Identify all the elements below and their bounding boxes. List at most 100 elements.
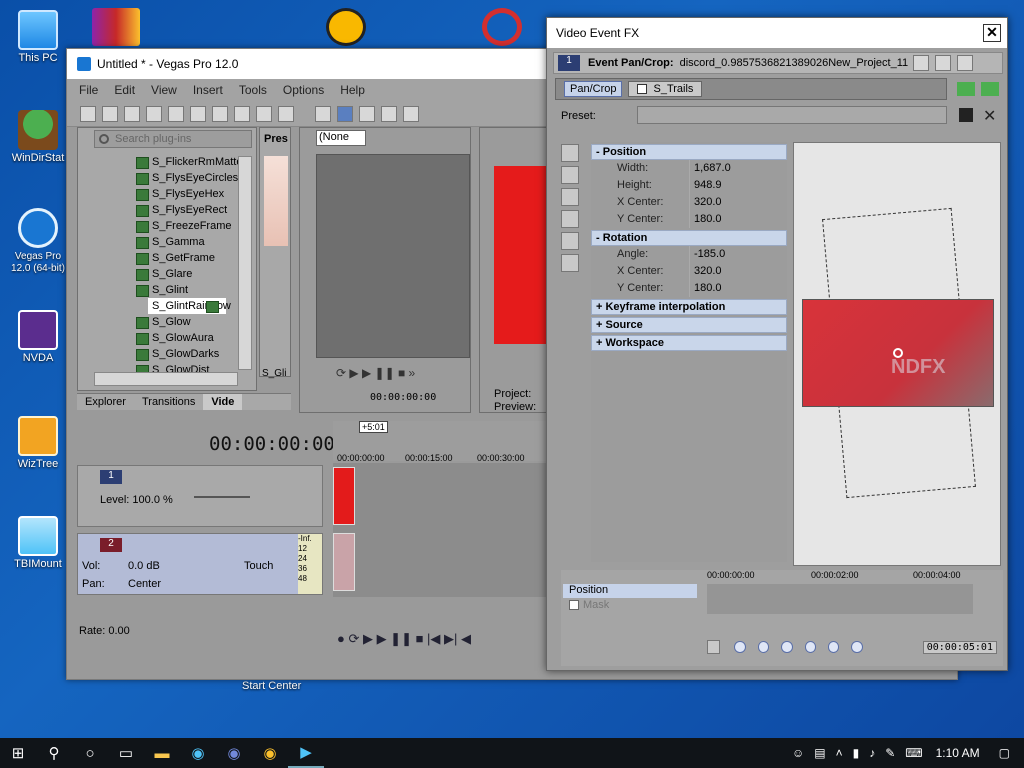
- desktop-icon-nvda[interactable]: NVDA: [8, 310, 68, 364]
- section-keyframe-interpolation[interactable]: + Keyframe interpolation: [591, 299, 787, 315]
- pointer-icon[interactable]: [561, 166, 579, 184]
- section-workspace[interactable]: + Workspace: [591, 335, 787, 351]
- list-item[interactable]: S_Glare: [78, 266, 240, 282]
- cut-icon[interactable]: [190, 105, 206, 122]
- touch-keyboard-icon[interactable]: ⌨: [905, 746, 922, 760]
- plugin-chain-icon[interactable]: [957, 82, 975, 96]
- tab-explorer[interactable]: Explorer: [77, 394, 134, 410]
- property-value[interactable]: 948.9: [689, 177, 787, 194]
- kf-ruler[interactable]: 00:00:00:00 00:00:02:00 00:00:04:00: [707, 570, 973, 584]
- list-item[interactable]: S_GlowAura: [78, 330, 240, 346]
- desktop-icon-this-pc[interactable]: This PC: [8, 10, 68, 64]
- show-hidden-icons-icon[interactable]: ˄: [836, 746, 843, 760]
- property-row[interactable]: Y Center: 180.0: [591, 280, 787, 297]
- next-keyframe-icon[interactable]: [781, 641, 793, 653]
- video-track-header[interactable]: 1 Level: 100.0 %: [77, 465, 323, 527]
- property-row[interactable]: Height: 948.9: [591, 177, 787, 194]
- menu-file[interactable]: File: [79, 83, 98, 97]
- delete-keyframe-icon[interactable]: [851, 641, 863, 653]
- search-icon[interactable]: ⚲: [36, 738, 72, 768]
- list-item[interactable]: S_GetFrame: [78, 250, 240, 266]
- vegas-taskbar-icon[interactable]: ▶: [288, 738, 324, 768]
- save-icon[interactable]: [124, 105, 140, 122]
- people-icon[interactable]: ☺: [792, 746, 804, 760]
- transport-controls[interactable]: ● ⟳ ▶ ▶ ❚❚ ■ |◀ ▶| ◀: [337, 631, 471, 647]
- selection-tool-icon[interactable]: [359, 105, 375, 122]
- start-center-label[interactable]: Start Center: [242, 680, 301, 692]
- mask-checkbox[interactable]: [569, 600, 579, 610]
- notifications-icon[interactable]: ▢: [999, 746, 1010, 760]
- last-keyframe-icon[interactable]: [804, 641, 816, 653]
- properties-icon[interactable]: [168, 105, 184, 122]
- windows-start-icon[interactable]: ⊞: [0, 738, 36, 768]
- center-handle-icon[interactable]: [893, 348, 903, 358]
- timeline-tracks-area[interactable]: [333, 463, 547, 597]
- property-row[interactable]: X Center: 320.0: [591, 263, 787, 280]
- timeline-ruler[interactable]: +5:01 00:00:00:00 00:00:15:00 00:00:30:0…: [333, 421, 547, 463]
- search-input[interactable]: Search plug-ins: [115, 133, 191, 145]
- pen-icon[interactable]: ✎: [885, 746, 895, 760]
- sync-cursor-icon[interactable]: [707, 640, 721, 654]
- kf-timeline-area[interactable]: [707, 584, 973, 614]
- chain-grid-icon[interactable]: [934, 55, 951, 71]
- plugin-list-scrollbar[interactable]: [238, 156, 252, 370]
- list-item[interactable]: S_Glint: [78, 282, 240, 298]
- network-icon[interactable]: ▮: [853, 746, 860, 760]
- list-item[interactable]: S_FlysEyeCircles: [78, 170, 240, 186]
- property-value[interactable]: 180.0: [689, 211, 787, 228]
- desktop-icon-windirstat[interactable]: WinDirStat: [8, 110, 68, 164]
- prev-keyframe-icon[interactable]: [757, 641, 770, 653]
- menu-options[interactable]: Options: [283, 83, 324, 97]
- plugin-list-hscrollbar[interactable]: [94, 372, 238, 386]
- property-value[interactable]: 180.0: [689, 280, 787, 297]
- kf-track-mask[interactable]: Mask: [563, 598, 697, 612]
- tab-s-trails[interactable]: S_Trails: [628, 81, 703, 97]
- list-item[interactable]: S_FlysEyeRect: [78, 202, 240, 218]
- tab-video-fx[interactable]: Vide: [203, 394, 243, 410]
- list-item[interactable]: S_FlysEyeHex: [78, 186, 240, 202]
- property-value[interactable]: -185.0: [689, 246, 787, 263]
- property-value[interactable]: 320.0: [689, 194, 787, 211]
- desktop-icon-vegas[interactable]: Vegas Pro 12.0 (64-bit): [8, 208, 68, 274]
- list-item[interactable]: S_Gamma: [78, 234, 240, 250]
- section-source[interactable]: + Source: [591, 317, 787, 333]
- level-slider[interactable]: [194, 496, 250, 498]
- clock[interactable]: 1:10 AM: [936, 746, 980, 760]
- paste-icon[interactable]: [234, 105, 250, 122]
- render-icon[interactable]: [146, 105, 162, 122]
- property-row[interactable]: Angle: -185.0: [591, 246, 787, 263]
- chain-grid2-icon[interactable]: [956, 55, 973, 71]
- menu-help[interactable]: Help: [340, 83, 365, 97]
- discord-icon[interactable]: ◉: [216, 738, 252, 768]
- undo-icon[interactable]: [256, 105, 272, 122]
- copy-icon[interactable]: [212, 105, 228, 122]
- snapping-icon[interactable]: [381, 105, 397, 122]
- envelope-tool-icon[interactable]: [337, 105, 353, 122]
- preset-select[interactable]: (None: [316, 130, 366, 146]
- preset-dropdown[interactable]: [637, 106, 947, 124]
- list-item[interactable]: S_Glow: [78, 314, 240, 330]
- automation-mode[interactable]: Touch: [244, 560, 273, 572]
- add-keyframe-icon[interactable]: [827, 641, 840, 653]
- property-value[interactable]: 320.0: [689, 263, 787, 280]
- chain-number-badge[interactable]: 1: [558, 55, 580, 71]
- property-row[interactable]: X Center: 320.0: [591, 194, 787, 211]
- delete-preset-icon[interactable]: ✕: [983, 106, 996, 126]
- property-value[interactable]: 1,687.0: [689, 160, 787, 177]
- remove-plugin-icon[interactable]: [981, 82, 999, 96]
- menu-insert[interactable]: Insert: [193, 83, 223, 97]
- menu-tools[interactable]: Tools: [239, 83, 267, 97]
- property-row[interactable]: Y Center: 180.0: [591, 211, 787, 228]
- normal-edit-icon[interactable]: [561, 144, 579, 162]
- list-item[interactable]: S_FlickerRmMatte: [78, 154, 242, 170]
- audio-track-header[interactable]: 2 Vol: 0.0 dB Pan: Center Touch -Inf. 12…: [77, 533, 323, 595]
- tab-transitions[interactable]: Transitions: [134, 394, 203, 410]
- audio-event-clip[interactable]: [333, 533, 355, 591]
- volume-icon[interactable]: ♪: [869, 746, 875, 760]
- desktop-icon-wiztree[interactable]: WizTree: [8, 416, 68, 470]
- list-item[interactable]: S_FreezeFrame: [78, 218, 240, 234]
- new-icon[interactable]: [80, 105, 96, 122]
- menu-view[interactable]: View: [151, 83, 177, 97]
- fx-title-bar[interactable]: Video Event FX ✕: [547, 18, 1007, 48]
- section-position[interactable]: - Position: [591, 144, 787, 160]
